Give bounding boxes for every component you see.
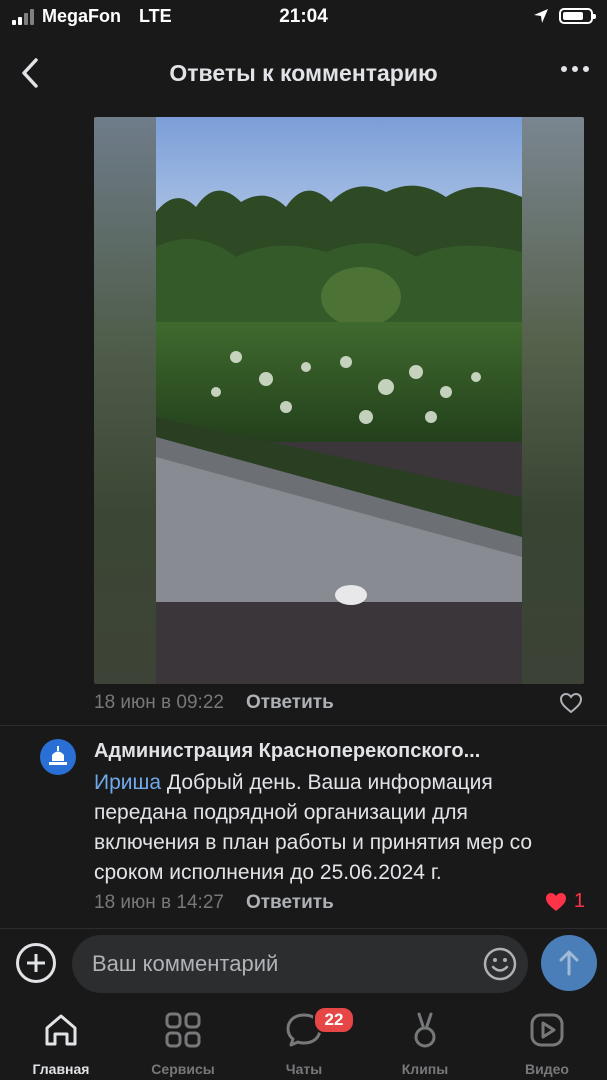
tab-chats[interactable]: 22 Чаты — [249, 1006, 359, 1077]
status-bar: MegaFon LTE 21:04 — [0, 0, 607, 36]
mention-link[interactable]: Ириша — [94, 771, 161, 794]
attach-plus-icon[interactable] — [16, 943, 56, 983]
location-arrow-icon — [534, 9, 548, 23]
like-count: 1 — [573, 890, 585, 912]
comment-meta: 18 июн в 14:27 Ответить — [94, 892, 334, 914]
comment-author[interactable]: Администрация Краснoперекопского... — [94, 740, 584, 763]
video-icon — [530, 1013, 564, 1047]
tab-clips[interactable]: Клипы — [370, 1010, 480, 1077]
photo-date: 18 июн в 09:22 — [94, 692, 224, 713]
tab-services[interactable]: Сервисы — [128, 1010, 238, 1077]
tab-label: Чаты — [285, 1061, 323, 1077]
tab-label: Видео — [525, 1061, 569, 1077]
services-icon — [165, 1012, 201, 1048]
chats-badge: 22 — [313, 1006, 355, 1034]
photo-blur-right — [522, 117, 584, 684]
comment-date: 18 июн в 14:27 — [94, 892, 224, 913]
comment-input[interactable]: Ваш комментарий — [72, 935, 528, 993]
attached-photo[interactable] — [94, 117, 584, 684]
header: Ответы к комментарию — [0, 40, 607, 110]
comment-text: Ириша Добрый день. Ваша информация перед… — [94, 768, 574, 888]
photo-reply-button[interactable]: Ответить — [246, 692, 334, 714]
battery-icon — [559, 8, 596, 24]
more-options-icon[interactable] — [561, 66, 589, 72]
tab-label: Главная — [32, 1061, 90, 1077]
page-title: Ответы к комментарию — [169, 60, 438, 86]
comment-like-button[interactable]: 1 — [544, 890, 585, 913]
like-heart-filled-icon — [545, 892, 566, 911]
photo-image — [156, 117, 522, 684]
comment-reply-button[interactable]: Ответить — [246, 892, 334, 914]
clips-icon — [414, 1012, 436, 1048]
photo-meta: 18 июн в 09:22 Ответить — [94, 692, 334, 714]
tab-home[interactable]: Главная — [6, 1010, 116, 1077]
bottom-tab-bar: Главная Сервисы 22 Чаты Клипы Видео — [0, 1000, 607, 1080]
admin-building-icon — [49, 746, 67, 765]
home-icon — [45, 1014, 77, 1046]
emoji-smile-icon[interactable] — [482, 946, 518, 982]
tab-video[interactable]: Видео — [492, 1010, 602, 1077]
tab-label: Клипы — [401, 1061, 449, 1077]
comment-input-placeholder: Ваш комментарий — [92, 951, 279, 976]
divider — [0, 725, 607, 726]
send-button[interactable] — [541, 935, 597, 991]
photo-blur-left — [94, 117, 156, 684]
like-heart-outline-icon[interactable] — [559, 692, 583, 714]
clock: 21:04 — [279, 6, 328, 27]
tab-label: Сервисы — [151, 1061, 215, 1077]
comment-input-bar: Ваш комментарий — [0, 928, 607, 1001]
status-icons — [533, 8, 596, 24]
avatar[interactable] — [40, 739, 76, 775]
send-arrow-up-icon — [559, 950, 579, 976]
